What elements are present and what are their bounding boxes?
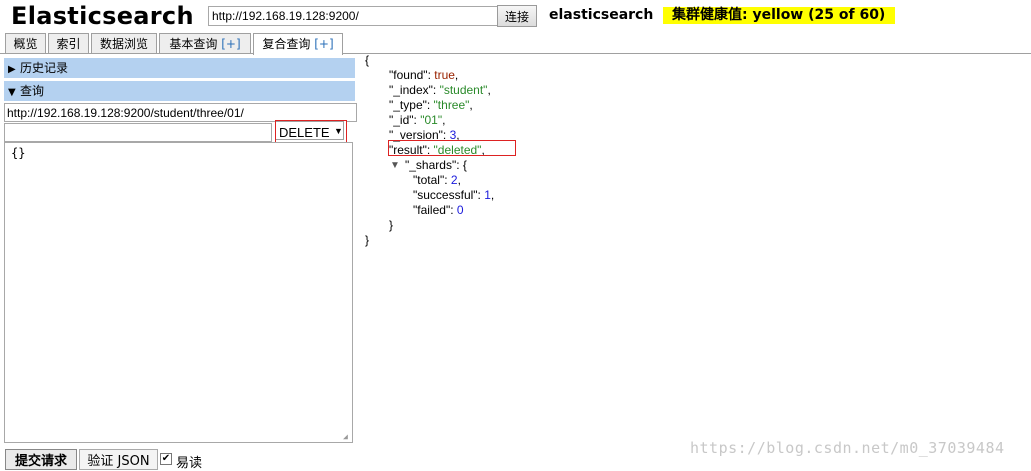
query-path-input[interactable] — [4, 123, 272, 142]
json-key: "found" — [389, 68, 428, 82]
collapse-triangle-icon[interactable]: ▼ — [390, 160, 400, 171]
tab-plus[interactable]: [+] — [314, 37, 333, 51]
json-value: "01" — [420, 113, 443, 127]
response-output: { "found": true, "_index": "student", "_… — [360, 53, 1031, 469]
json-value: 0 — [456, 203, 464, 217]
query-label: 查询 — [20, 84, 45, 98]
connect-button[interactable]: 连接 — [497, 5, 537, 27]
json-value: 3 — [449, 128, 457, 142]
json-line-found: "found": true, — [389, 68, 459, 82]
submit-request-button[interactable]: 提交请求 — [5, 449, 77, 470]
json-value: 1 — [484, 188, 491, 202]
json-key: "_index" — [389, 83, 433, 97]
tab-label: 数据浏览 — [99, 37, 148, 51]
json-line-type: "_type": "three", — [389, 98, 473, 112]
app-title: Elasticsearch — [11, 2, 194, 30]
json-line-successful: "successful": 1, — [413, 188, 495, 202]
json-line-result: "result": "deleted", — [389, 143, 485, 157]
cluster-name: elasticsearch — [549, 7, 654, 23]
json-close-brace: } — [365, 233, 370, 247]
json-key: "successful" — [413, 188, 478, 202]
json-line-index: "_index": "student", — [389, 83, 491, 97]
json-key: "_type" — [389, 98, 427, 112]
json-key: "result" — [389, 143, 427, 157]
tab-basic-query[interactable]: 基本查询 [+] — [159, 33, 251, 53]
tab-plus[interactable]: [+] — [221, 37, 240, 51]
history-label: 历史记录 — [20, 61, 69, 75]
tab-browser[interactable]: 数据浏览 — [91, 33, 157, 53]
tab-bar: 概览 索引 数据浏览 基本查询 [+] 复合查询 [+] — [0, 32, 1031, 55]
pretty-print-label: 易读 — [176, 456, 203, 471]
json-key: "_id" — [389, 113, 414, 127]
request-body-editor[interactable]: {} ◢ — [4, 142, 353, 443]
top-bar: Elasticsearch 连接 elasticsearch 集群健康值: ye… — [0, 0, 1031, 32]
json-shards-close: } — [389, 218, 394, 232]
watermark: https://blog.csdn.net/m0_37039484 — [690, 439, 1005, 457]
tab-label: 概览 — [13, 37, 38, 51]
cluster-health-badge: 集群健康值: yellow (25 of 60) — [663, 7, 896, 24]
query-header[interactable]: ▼ 查询 — [4, 81, 355, 101]
query-panel: ▶ 历史记录 ▼ 查询 DELETE ▼ {} ◢ 提交请求 验证 JSON ✔ 易… — [4, 57, 357, 471]
json-key: "_version" — [389, 128, 443, 142]
json-line-id: "_id": "01", — [389, 113, 446, 127]
method-value: DELETE — [279, 125, 330, 140]
collapsed-triangle-icon: ▶ — [8, 64, 16, 75]
tab-label: 索引 — [56, 37, 81, 51]
tab-overview[interactable]: 概览 — [5, 33, 46, 53]
json-line-version: "_version": 3, — [389, 128, 460, 142]
tab-compound-query[interactable]: 复合查询 [+] — [253, 33, 343, 55]
json-open-brace: { — [365, 53, 370, 67]
dropdown-arrow-icon: ▼ — [334, 126, 343, 136]
tab-label: 基本查询 — [169, 37, 218, 51]
json-value: 2 — [450, 173, 458, 187]
pretty-print-checkbox[interactable]: ✔ — [160, 453, 172, 465]
validate-json-button[interactable]: 验证 JSON — [79, 449, 158, 470]
checkmark-icon: ✔ — [161, 453, 171, 464]
expanded-triangle-icon: ▼ — [8, 87, 16, 98]
json-line-total: "total": 2, — [413, 173, 461, 187]
json-line-failed: "failed": 0 — [413, 203, 464, 217]
json-value: "student" — [439, 83, 488, 97]
json-value: true — [434, 68, 455, 82]
server-url-input[interactable] — [208, 6, 500, 26]
tab-label: 复合查询 — [262, 37, 311, 51]
history-header[interactable]: ▶ 历史记录 — [4, 58, 355, 78]
json-key: "_shards" — [405, 158, 457, 172]
json-key: "failed" — [413, 203, 451, 217]
json-key: "total" — [413, 173, 445, 187]
tab-indices[interactable]: 索引 — [48, 33, 89, 53]
resize-grip-icon[interactable]: ◢ — [343, 433, 351, 441]
json-line-shards: "_shards": { — [405, 158, 467, 172]
json-value: "deleted" — [433, 143, 482, 157]
http-method-select[interactable]: DELETE ▼ — [275, 120, 347, 143]
json-value: "three" — [433, 98, 470, 112]
request-body-text: {} — [11, 146, 26, 160]
json-brace: { — [462, 158, 467, 172]
